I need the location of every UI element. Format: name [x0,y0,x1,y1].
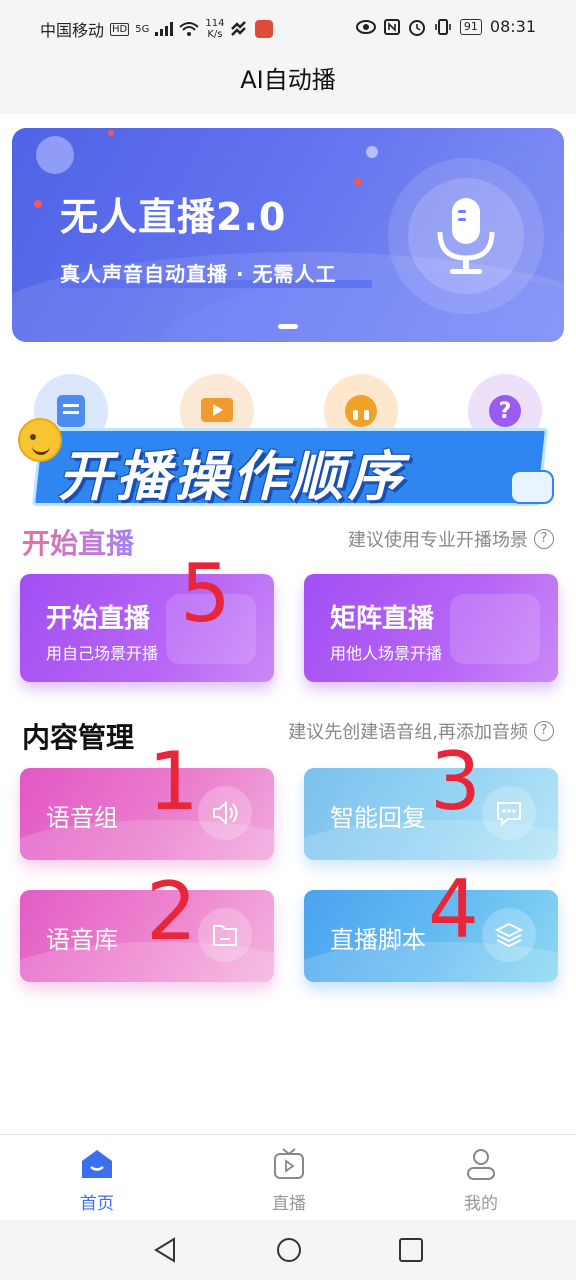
eye-icon [355,19,376,34]
user-icon [467,1149,495,1180]
bottom-tab-bar: 首页 直播 我的 [0,1134,576,1220]
start-live-card[interactable]: 开始直播 用自己场景开播 [20,574,274,682]
matrix-live-title: 矩阵直播 [330,604,435,634]
tab-live-label: 直播 [272,1194,306,1214]
net-speed: 114 K/s [205,18,224,40]
document-icon [57,395,85,427]
tab-home-label: 首页 [80,1194,114,1214]
layers-icon [482,908,536,962]
decor-dot [108,130,114,136]
red-app-icon [255,20,274,38]
annotation-number: 1 [148,735,199,828]
speed-value: 114 [205,18,225,29]
annotation-number: 2 [146,865,197,958]
overlay-text: 开播操作顺序 [58,445,406,508]
wifi-icon [179,22,200,36]
live-hint-text: 建议使用专业开播场景 [348,530,528,551]
speaker-icon [198,786,252,840]
smart-reply-label: 智能回复 [330,804,426,832]
start-live-title: 开始直播 [46,604,151,634]
carrier-label: 中国移动 [40,21,105,40]
annotation-number: 3 [430,735,481,828]
signal-icon [155,22,174,36]
tv-icon [274,1148,304,1179]
chat-icon [482,786,536,840]
home-nav-icon[interactable] [275,1236,303,1264]
network-label: 5G [135,23,150,35]
decor-ball [366,146,378,158]
folder-icon [198,908,252,962]
help-icon[interactable]: ? [534,721,554,741]
hd-badge: HD [110,22,130,36]
voice-library-label: 语音库 [46,926,118,954]
return-arrow-icon [510,470,554,504]
live-section-title: 开始直播 [22,522,134,562]
banner-subtitle: 真人声音自动直播 · 无需人工 [60,262,337,286]
system-navigation-bar [0,1220,576,1280]
voice-group-label: 语音组 [46,804,118,832]
speed-unit: K/s [207,29,223,40]
help-icon[interactable]: ? [534,529,554,549]
matrix-live-subtitle: 用他人场景开播 [330,644,443,663]
tab-home[interactable]: 首页 [52,1147,142,1214]
content-section-title: 内容管理 [22,721,135,754]
alarm-icon [408,19,425,36]
question-icon: ? [489,395,521,427]
promo-banner[interactable]: 无人直播2.0 真人声音自动直播 · 无需人工 [12,128,564,342]
microphone-icon [437,198,495,274]
app-header: AI自动播 [0,56,576,114]
status-bar: 中国移动 HD 5G 114 K/s 91 08:31 [0,0,576,56]
decor-dot [34,200,42,208]
headphones-icon [345,395,377,427]
page-title: AI自动播 [240,66,336,94]
start-live-subtitle: 用自己场景开播 [46,644,159,663]
clock: 08:31 [489,17,536,36]
phones-grid-icon [450,594,540,664]
live-script-label: 直播脚本 [330,926,426,954]
recent-apps-icon[interactable] [398,1236,424,1264]
app-notification-icon [231,21,247,36]
voice-group-card[interactable]: 语音组 [20,768,274,860]
tab-profile-label: 我的 [464,1194,498,1214]
content-hint-text: 建议先创建语音组,再添加音频 [288,722,528,743]
battery-level: 91 [459,18,482,35]
annotation-number: 4 [428,863,479,956]
play-icon [201,398,233,422]
decor-ball [36,136,74,174]
emoji-icon [18,418,62,462]
vibrate-icon [435,18,451,35]
svg-text:?: ? [499,399,512,424]
live-section-hint: 建议使用专业开播场景 ? [348,526,554,552]
annotation-number: 5 [180,547,231,640]
home-icon [82,1150,112,1178]
back-icon[interactable] [152,1236,178,1264]
banner-title: 无人直播2.0 [60,195,287,239]
tab-live[interactable]: 直播 [244,1147,334,1214]
matrix-live-card[interactable]: 矩阵直播 用他人场景开播 [304,574,558,682]
tab-profile[interactable]: 我的 [436,1147,526,1214]
content-section-hint: 建议先创建语音组,再添加音频 ? [288,718,554,744]
decor-dot [354,178,362,186]
carousel-indicator [278,324,298,329]
nfc-icon [383,18,400,35]
